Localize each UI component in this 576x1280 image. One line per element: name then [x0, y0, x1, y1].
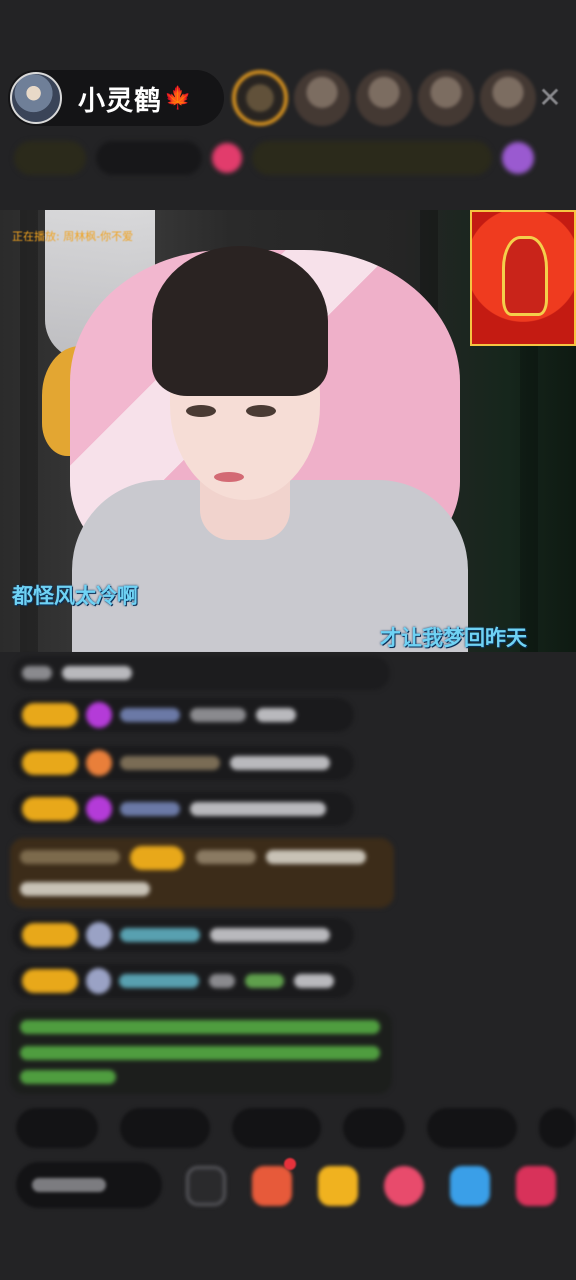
quick-reply-chip[interactable]: [538, 1108, 576, 1148]
chat-text: [210, 928, 330, 942]
level-badge: [22, 751, 78, 775]
chat-text: [294, 974, 335, 988]
host-name: 小灵鹤: [78, 85, 162, 117]
chat-input[interactable]: [16, 1162, 162, 1208]
rank-tag[interactable]: [14, 141, 86, 175]
chat-gift-message[interactable]: [10, 838, 394, 908]
notification-dot: [284, 1158, 296, 1170]
live-video[interactable]: 正在播放: 周林枫-你不爱 都怪风太冷啊 才让我梦回昨天: [0, 210, 576, 652]
announcement-text: [20, 1070, 116, 1084]
lyric-line-right: 才让我梦回昨天: [380, 626, 527, 650]
viewer-avatar[interactable]: [294, 70, 350, 126]
chat-text: [266, 850, 366, 864]
level-badge: [130, 846, 184, 870]
streamer-lips: [214, 472, 244, 482]
quick-reply-chip[interactable]: [120, 1108, 210, 1148]
fans-tag[interactable]: [96, 141, 202, 175]
chat-username[interactable]: [120, 802, 180, 816]
viewer-avatar[interactable]: [356, 70, 412, 126]
announcement-text: [20, 1046, 380, 1060]
chat-text: [256, 708, 296, 722]
heart-icon[interactable]: [212, 143, 242, 173]
level-badge: [22, 703, 78, 727]
host-profile-pill[interactable]: 小灵鹤 🍁: [8, 70, 224, 126]
more-icon[interactable]: [186, 1166, 226, 1206]
fries-gift-icon[interactable]: [318, 1166, 358, 1206]
viewer-avatar-list[interactable]: [232, 68, 542, 128]
chat-message[interactable]: [12, 698, 354, 732]
level-badge: [22, 797, 78, 821]
chat-username[interactable]: [119, 974, 199, 988]
streamer-eye: [246, 405, 276, 417]
diamond-icon: [86, 796, 112, 822]
chat-text: [208, 974, 235, 988]
chat-username[interactable]: [120, 708, 180, 722]
chat-message[interactable]: [12, 964, 354, 998]
fries-icon: [86, 750, 112, 776]
heart-gift-icon[interactable]: [384, 1166, 424, 1206]
chat-text: [62, 666, 132, 680]
avatar-icon: [85, 968, 112, 994]
chat-text: [22, 666, 52, 680]
diamond-icon: [86, 702, 112, 728]
gift-icon[interactable]: [516, 1166, 556, 1206]
chat-system-message: [12, 656, 390, 690]
chat-text: [20, 882, 150, 896]
game-gift-icon[interactable]: [450, 1166, 490, 1206]
avatar-icon: [86, 922, 112, 948]
quick-reply-row[interactable]: [16, 1108, 576, 1152]
viewer-avatar[interactable]: [418, 70, 474, 126]
now-playing-label: 正在播放: 周林枫-你不爱: [12, 230, 134, 243]
gift-tag-icon[interactable]: [502, 142, 534, 174]
close-icon[interactable]: ✕: [536, 84, 564, 112]
announcement-text: [20, 1020, 380, 1034]
lyric-line-left: 都怪风太冷啊: [12, 584, 138, 608]
level-badge: [22, 969, 78, 993]
poster-figure: [502, 236, 548, 316]
maple-leaf-icon: 🍁: [164, 85, 192, 111]
chat-message[interactable]: [12, 918, 354, 952]
chat-text: [230, 756, 330, 770]
chat-message[interactable]: [12, 746, 354, 780]
chat-username: [196, 850, 256, 864]
tag-bar[interactable]: [14, 138, 562, 178]
host-avatar[interactable]: [10, 72, 62, 124]
streamer-eye: [186, 405, 216, 417]
quick-reply-chip[interactable]: [427, 1108, 517, 1148]
chat-message[interactable]: [12, 792, 354, 826]
chat-announcement: [10, 1010, 392, 1094]
chat-username[interactable]: [120, 928, 200, 942]
chat-text: [20, 850, 120, 864]
event-tag[interactable]: [252, 141, 492, 175]
chat-text: [190, 802, 326, 816]
chat-text: [190, 708, 246, 722]
chat-text: [244, 974, 285, 988]
level-badge: [22, 923, 78, 947]
viewer-avatar[interactable]: [480, 70, 536, 126]
chat-input-placeholder: [32, 1178, 106, 1192]
quick-reply-chip[interactable]: [231, 1108, 322, 1148]
viewer-avatar[interactable]: [232, 70, 288, 126]
quick-reply-chip[interactable]: [16, 1108, 99, 1148]
chat-username[interactable]: [120, 756, 220, 770]
gift-box-icon[interactable]: [252, 1166, 292, 1206]
streamer-hair: [152, 246, 328, 396]
god-of-wealth-poster: [470, 210, 576, 346]
quick-reply-chip[interactable]: [343, 1108, 406, 1148]
